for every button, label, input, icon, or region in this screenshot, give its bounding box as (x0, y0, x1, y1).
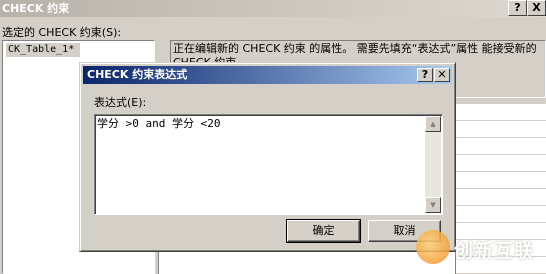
watermark-logo: 创新互联 (416, 228, 546, 268)
background-help-button[interactable]: ? (508, 0, 527, 16)
help-button[interactable]: ? (417, 68, 433, 82)
expression-scrollbar[interactable]: ▲ ▼ (425, 116, 441, 213)
constraint-list-item[interactable]: CK_Table_1* (6, 43, 80, 57)
close-button[interactable]: ✕ (434, 68, 450, 82)
background-close-button[interactable]: X (527, 0, 546, 16)
expression-label: 表达式(E): (94, 96, 147, 109)
ok-button[interactable]: 确定 (286, 219, 361, 243)
check-expression-dialog: CHECK 约束表达式 ? ✕ 表达式(E): 学分 >0 and 学分 <20… (79, 62, 456, 252)
scroll-down-icon[interactable]: ▼ (425, 197, 441, 213)
scroll-up-icon[interactable]: ▲ (425, 116, 441, 132)
dialog-title: CHECK 约束表达式 (87, 68, 188, 81)
watermark-logo-icon (416, 230, 450, 264)
watermark-text: 创新互联 (454, 240, 535, 262)
expression-textarea[interactable]: 学分 >0 and 学分 <20 ▲ ▼ (94, 114, 443, 215)
background-title-bar: CHECK 约束 (0, 0, 546, 17)
expression-text[interactable]: 学分 >0 and 学分 <20 (97, 117, 422, 131)
dialog-title-bar[interactable]: CHECK 约束表达式 ? ✕ (83, 66, 452, 84)
background-title: CHECK 约束 (2, 2, 70, 15)
selected-constraints-label: 选定的 CHECK 约束(S): (2, 26, 122, 39)
